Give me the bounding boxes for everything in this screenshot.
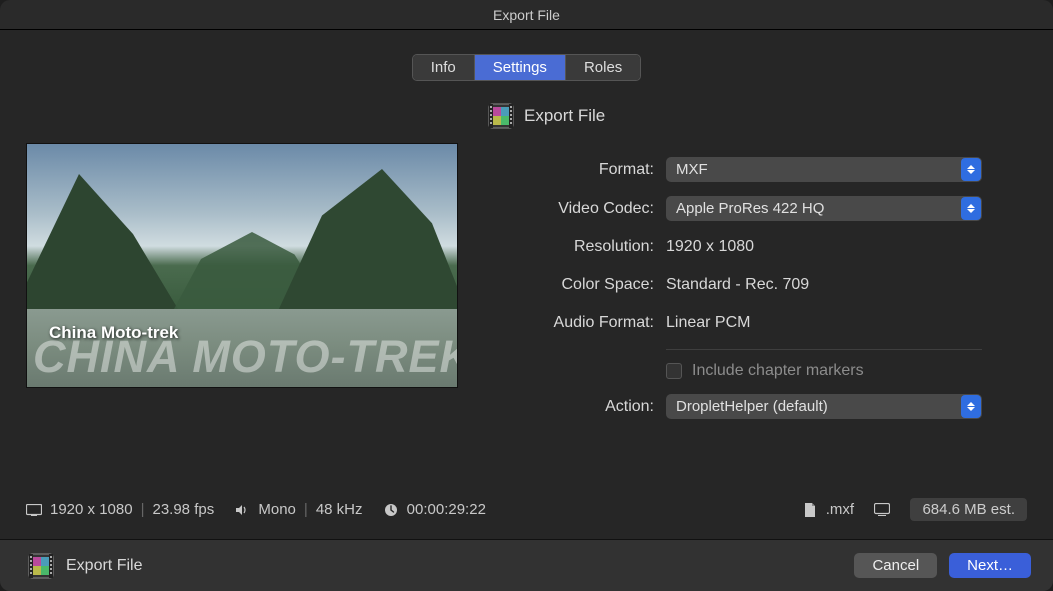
cancel-button[interactable]: Cancel bbox=[854, 553, 937, 578]
format-value: MXF bbox=[676, 161, 708, 178]
window-title: Export File bbox=[493, 7, 560, 23]
resolution-label: Resolution: bbox=[488, 238, 666, 256]
tab-info[interactable]: Info bbox=[413, 55, 475, 80]
file-icon bbox=[802, 503, 818, 517]
export-file-icon bbox=[488, 103, 514, 129]
speaker-icon bbox=[234, 503, 250, 517]
action-dropdown[interactable]: DropletHelper (default) bbox=[666, 394, 982, 419]
thumbnail-title: China Moto-trek bbox=[49, 323, 178, 343]
status-duration: 00:00:29:22 bbox=[407, 501, 486, 518]
status-bar: 1920 x 1080 | 23.98 fps Mono | 48 kHz 00… bbox=[26, 476, 1027, 521]
include-chapter-markers-label: Include chapter markers bbox=[692, 362, 864, 380]
panel-title: Export File bbox=[524, 106, 605, 126]
next-button[interactable]: Next… bbox=[949, 553, 1031, 578]
display-icon bbox=[26, 503, 42, 517]
tab-roles[interactable]: Roles bbox=[566, 55, 640, 80]
status-fps: 23.98 fps bbox=[152, 501, 214, 518]
tab-bar: Info Settings Roles bbox=[26, 54, 1027, 81]
include-chapter-markers-checkbox[interactable] bbox=[666, 363, 682, 379]
audio-format-label: Audio Format: bbox=[488, 314, 666, 332]
resolution-value: 1920 x 1080 bbox=[666, 238, 1027, 256]
tab-settings[interactable]: Settings bbox=[475, 55, 566, 80]
window-titlebar: Export File bbox=[0, 0, 1053, 30]
clock-icon bbox=[383, 503, 399, 517]
divider bbox=[666, 349, 982, 350]
status-audio-rate: 48 kHz bbox=[316, 501, 363, 518]
video-thumbnail: CHINA MOTO-TREK China Moto-trek bbox=[26, 143, 458, 388]
format-dropdown[interactable]: MXF bbox=[666, 157, 982, 182]
status-extension: .mxf bbox=[826, 501, 854, 518]
color-space-label: Color Space: bbox=[488, 276, 666, 294]
chevron-updown-icon bbox=[961, 158, 981, 181]
preview-column: CHINA MOTO-TREK China Moto-trek bbox=[26, 103, 458, 476]
audio-format-value: Linear PCM bbox=[666, 314, 1027, 332]
action-value: DropletHelper (default) bbox=[676, 398, 828, 415]
status-dimensions: 1920 x 1080 bbox=[50, 501, 133, 518]
status-audio-channels: Mono bbox=[258, 501, 296, 518]
chevron-updown-icon bbox=[961, 197, 981, 220]
export-file-icon bbox=[28, 553, 54, 579]
color-space-value: Standard - Rec. 709 bbox=[666, 276, 1027, 294]
footer-title: Export File bbox=[66, 557, 142, 575]
action-label: Action: bbox=[488, 398, 666, 416]
video-codec-value: Apple ProRes 422 HQ bbox=[676, 200, 824, 217]
video-codec-dropdown[interactable]: Apple ProRes 422 HQ bbox=[666, 196, 982, 221]
monitor-icon bbox=[874, 503, 890, 517]
video-codec-label: Video Codec: bbox=[488, 200, 666, 218]
status-size-estimate: 684.6 MB est. bbox=[910, 498, 1027, 521]
chevron-updown-icon bbox=[961, 395, 981, 418]
format-label: Format: bbox=[488, 161, 666, 179]
